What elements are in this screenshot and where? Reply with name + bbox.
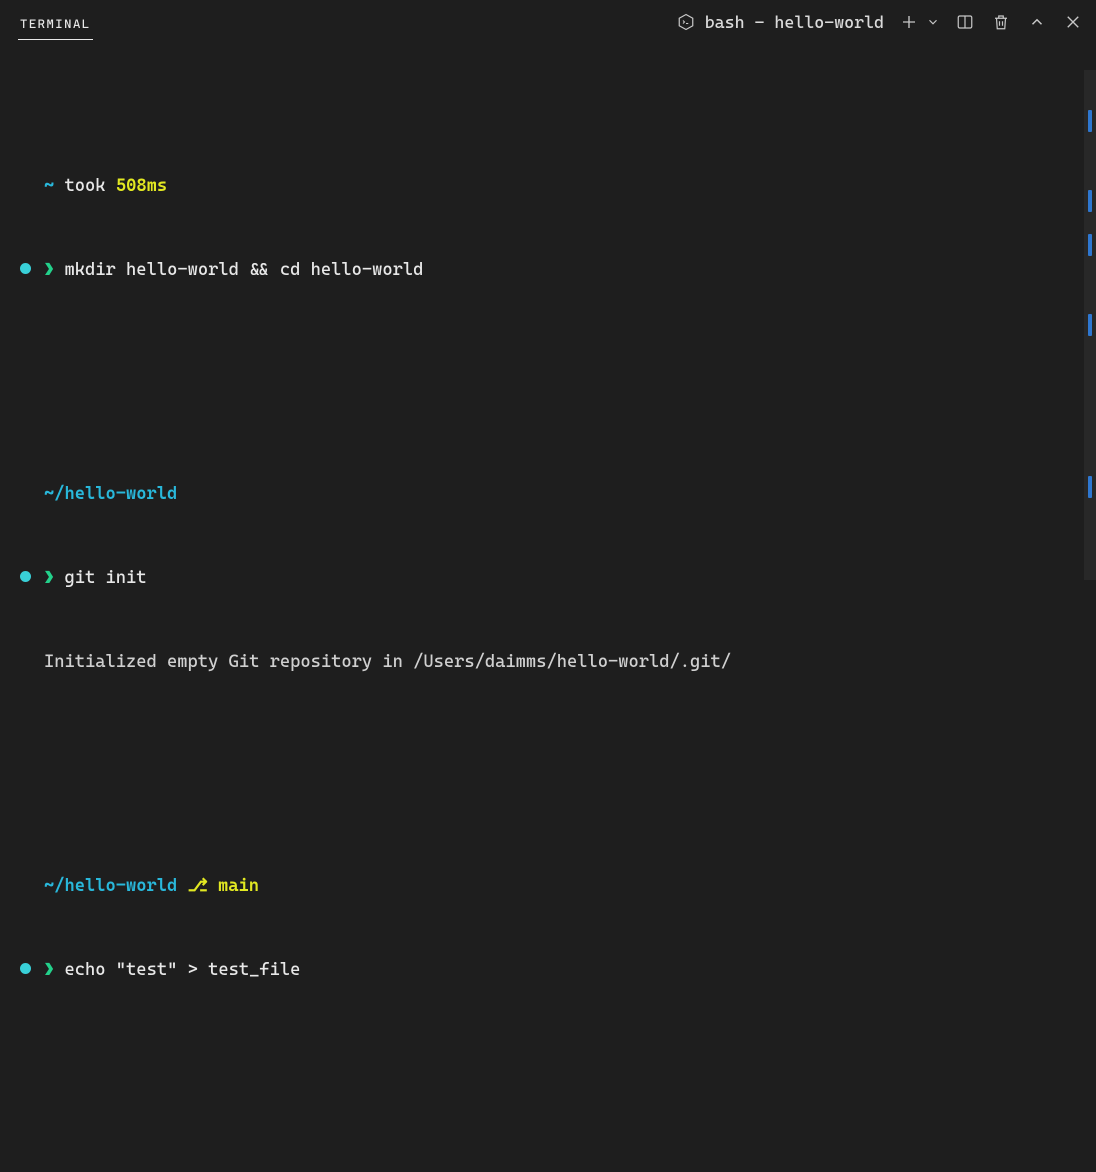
minimap-markers [1085,110,1094,556]
panel-titlebar: TERMINAL bash - hello-world [0,0,1096,44]
status-dot-icon [20,263,31,274]
shell-label-text: bash - hello-world [705,12,884,32]
new-terminal-button[interactable] [898,11,920,33]
git-branch-icon: ⎇ [188,876,208,896]
marker-icon [1088,190,1092,212]
command-line: ❯ echo "test" > test_file [20,956,1076,984]
command-line: ❯ git init [20,564,1076,592]
marker-icon [1088,110,1092,132]
kill-terminal-button[interactable] [990,11,1012,33]
prompt-line: ~/hello-world [20,480,1076,508]
tab-terminal[interactable]: TERMINAL [18,4,93,40]
shell-label[interactable]: bash - hello-world [675,11,884,33]
command-line: ❯ mkdir hello-world && cd hello-world [20,256,1076,284]
prompt-line: ~/hello-world ⎇ main [20,872,1076,900]
marker-icon [1088,476,1092,498]
status-dot-icon [20,963,31,974]
marker-icon [1088,234,1092,256]
prompt-line: ~ took 508ms [20,172,1076,200]
titlebar-actions: bash - hello-world [675,11,1084,33]
marker-icon [1088,314,1092,336]
bash-icon [675,11,697,33]
status-dot-icon [20,571,31,582]
output-line: Initialized empty Git repository in /Use… [20,648,1076,676]
terminal-output[interactable]: ~ took 508ms ❯ mkdir hello-world && cd h… [0,44,1096,1172]
terminal-dropdown-button[interactable] [926,11,940,33]
close-panel-button[interactable] [1062,11,1084,33]
split-terminal-button[interactable] [954,11,976,33]
maximize-panel-button[interactable] [1026,11,1048,33]
